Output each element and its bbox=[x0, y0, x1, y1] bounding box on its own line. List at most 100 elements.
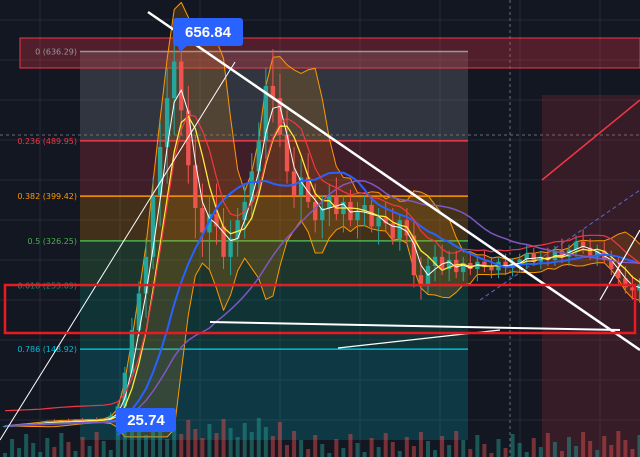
volume-bar bbox=[66, 442, 71, 457]
candle-body bbox=[172, 61, 177, 99]
volume-bar bbox=[306, 449, 311, 457]
candle-body bbox=[397, 220, 402, 239]
volume-bar bbox=[285, 445, 289, 457]
volume-bar bbox=[567, 437, 571, 457]
volume-bar bbox=[461, 440, 466, 457]
volume-bar bbox=[277, 422, 282, 457]
volume-bar bbox=[144, 435, 148, 457]
volume-bar bbox=[411, 446, 416, 457]
candle-body bbox=[143, 256, 149, 294]
volume-bar bbox=[404, 437, 409, 457]
volume-bar bbox=[256, 418, 261, 457]
candle-body bbox=[369, 204, 374, 227]
volume-bar bbox=[242, 423, 247, 457]
volume-bar bbox=[179, 434, 184, 457]
volume-bar bbox=[524, 452, 529, 457]
volume-bar bbox=[122, 431, 127, 457]
volume-bar bbox=[503, 448, 508, 457]
volume-bar bbox=[588, 441, 593, 457]
callout-value: 25.74 bbox=[127, 412, 165, 429]
volume-bar bbox=[616, 431, 621, 457]
volume-bar bbox=[45, 438, 50, 457]
fib-label: 0 (636.29) bbox=[35, 48, 77, 57]
volume-bar bbox=[475, 435, 480, 457]
volume-bar bbox=[510, 434, 515, 457]
volume-bar bbox=[341, 448, 346, 457]
volume-bar bbox=[355, 443, 360, 457]
fib-label: 0.382 (399.42) bbox=[17, 192, 77, 201]
volume-bar bbox=[158, 430, 163, 457]
volume-bar bbox=[426, 441, 430, 457]
volume-bar bbox=[545, 433, 550, 457]
candle-body bbox=[355, 211, 360, 221]
volume-bar bbox=[270, 436, 275, 457]
volume-bar bbox=[489, 453, 494, 457]
volume-bar bbox=[623, 440, 628, 457]
volume-bar bbox=[235, 437, 240, 457]
volume-bar bbox=[38, 452, 43, 457]
volume-bar bbox=[362, 452, 367, 457]
volume-bar bbox=[80, 437, 85, 457]
volume-bar bbox=[574, 446, 579, 457]
volume-bar bbox=[334, 439, 339, 457]
volume-bar bbox=[440, 436, 445, 457]
volume-bar bbox=[228, 428, 233, 457]
volume-bar bbox=[249, 432, 254, 457]
volume-bar bbox=[52, 447, 57, 457]
volume-bar bbox=[482, 444, 487, 457]
volume-bar bbox=[496, 439, 501, 457]
volume-bar bbox=[73, 451, 78, 457]
volume-bar bbox=[59, 433, 64, 457]
callout-value: 656.84 bbox=[185, 24, 232, 41]
volume-bar bbox=[630, 449, 635, 457]
volume-bar bbox=[3, 453, 7, 457]
volume-bar bbox=[552, 442, 557, 457]
fib-label: 0.236 (489.95) bbox=[17, 137, 77, 146]
volume-bar bbox=[186, 420, 191, 457]
volume-bar bbox=[369, 438, 374, 457]
volume-bar bbox=[10, 439, 15, 457]
volume-bar bbox=[397, 451, 402, 457]
volume-bar bbox=[433, 450, 438, 457]
candle-body bbox=[418, 275, 424, 285]
candle-body bbox=[129, 330, 135, 373]
volume-bar bbox=[447, 445, 452, 457]
volume-bar bbox=[108, 450, 113, 457]
volume-bar bbox=[313, 435, 318, 457]
volume-bar bbox=[24, 434, 29, 457]
volume-bar bbox=[531, 438, 536, 457]
fib-zones bbox=[19, 37, 640, 457]
volume-bar bbox=[214, 433, 219, 457]
candle-body bbox=[439, 256, 445, 270]
volume-bar bbox=[31, 443, 36, 457]
volume-bar bbox=[602, 436, 607, 457]
volume-bar bbox=[454, 431, 459, 457]
volume-bar bbox=[165, 439, 170, 457]
fib-label: 0.5 (326.25) bbox=[28, 237, 78, 246]
volume-bar bbox=[376, 447, 381, 457]
candle-body bbox=[200, 208, 205, 233]
volume-bar bbox=[299, 440, 304, 457]
volume-bar bbox=[595, 450, 600, 457]
volume-bar bbox=[538, 447, 543, 457]
volume-bar bbox=[94, 432, 99, 457]
volume-bar bbox=[609, 445, 614, 457]
trading-chart[interactable]: 0 (636.29) 0.236 (489.95) 0.382 (399.42) 0.… bbox=[0, 0, 640, 457]
candle-body bbox=[228, 238, 233, 257]
candle-body bbox=[256, 140, 261, 172]
volume-bar bbox=[263, 427, 268, 457]
candle-body bbox=[179, 61, 184, 111]
candle-body bbox=[334, 195, 339, 215]
candle-body bbox=[313, 201, 318, 221]
volume-bar bbox=[581, 432, 586, 457]
volume-bar bbox=[390, 442, 395, 457]
volume-bar bbox=[468, 449, 473, 457]
volume-bar bbox=[320, 444, 325, 457]
volume-bar bbox=[87, 446, 92, 457]
volume-bar bbox=[327, 453, 332, 457]
volume-bar bbox=[559, 451, 564, 457]
volume-bar bbox=[101, 441, 106, 457]
volume-bar bbox=[517, 443, 522, 457]
volume-bar bbox=[17, 448, 22, 457]
volume-bar bbox=[418, 432, 423, 457]
